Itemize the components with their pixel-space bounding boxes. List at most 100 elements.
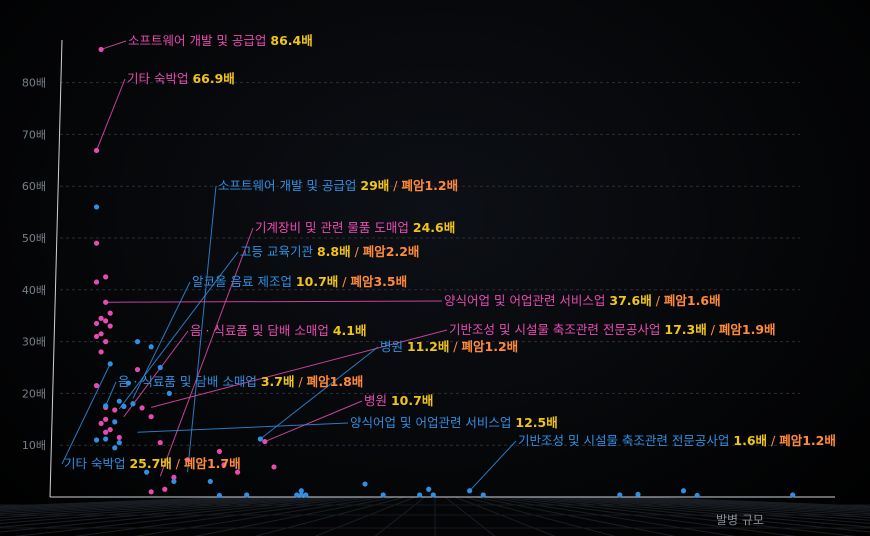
data-point xyxy=(207,478,213,485)
annotation-separator: / xyxy=(449,339,461,354)
annotation-name: 양식어업 및 어업관련 서비스업 xyxy=(444,293,609,308)
annotation-separator: / xyxy=(389,178,401,193)
data-point xyxy=(98,46,104,53)
data-point xyxy=(303,492,309,498)
annotation-name: 기계장비 및 관련 물품 도매업 xyxy=(255,220,413,235)
data-point xyxy=(362,481,368,487)
annotation-label: 음 · 식료품 및 담배 소매업 4.1배 xyxy=(190,323,366,338)
data-point xyxy=(93,240,100,246)
annotation-labels: 소프트웨어 개발 및 공급업 86.4배기타 숙박업 66.9배소프트웨어 개발… xyxy=(64,33,836,471)
perspective-line xyxy=(374,496,426,536)
annotation-extra: 폐암1.2배 xyxy=(779,433,836,448)
annotation-name: 양식어업 및 어업관련 서비스업 xyxy=(350,415,515,430)
y-tick-label: 50배 xyxy=(22,232,46,245)
annotation-value: 86.4배 xyxy=(270,33,312,48)
perspective-line xyxy=(444,496,496,536)
y-tick-label: 80배 xyxy=(22,77,46,90)
data-point xyxy=(103,436,109,442)
data-point xyxy=(244,492,250,498)
data-point xyxy=(426,486,432,492)
annotation-value: 24.6배 xyxy=(413,220,455,235)
data-point xyxy=(107,323,113,329)
annotation-label: 양식어업 및 어업관련 서비스업 37.6배 / 폐암1.6배 xyxy=(444,293,721,308)
data-point xyxy=(271,464,277,470)
annotation-name: 알코올 음료 제조업 xyxy=(192,274,296,289)
annotation-label: 기타 숙박업 25.7배 / 폐암1.7배 xyxy=(64,456,241,471)
y-tick-label: 60배 xyxy=(22,180,46,193)
data-point xyxy=(148,344,154,350)
y-tick-label: 10배 xyxy=(22,439,46,452)
data-point xyxy=(103,318,109,324)
annotation-value: 66.9배 xyxy=(192,71,234,86)
data-point xyxy=(162,486,168,492)
annotation-separator: / xyxy=(767,433,779,448)
leader-line xyxy=(469,440,517,492)
gridlines xyxy=(60,82,800,446)
annotation-label: 기계장비 및 관련 물품 도매업 24.6배 xyxy=(255,220,455,235)
data-point xyxy=(380,492,386,498)
annotation-value: 12.5배 xyxy=(515,415,557,430)
y-axis-line xyxy=(49,39,63,498)
annotation-separator: / xyxy=(351,244,363,259)
leader-line xyxy=(264,400,363,443)
annotation-name: 음 · 식료품 및 담배 소매업 xyxy=(118,374,261,389)
data-point xyxy=(480,492,486,498)
annotation-separator: / xyxy=(338,274,350,289)
data-point xyxy=(98,315,104,321)
annotation-label: 병원 10.7배 xyxy=(364,393,433,408)
annotation-label: 양식어업 및 어업관련 서비스업 12.5배 xyxy=(350,415,558,430)
data-point xyxy=(790,492,796,498)
y-tick-labels: 10배 20배 30배 40배 50배 60배 70배 80배 xyxy=(22,77,46,453)
data-point xyxy=(298,492,304,498)
data-point xyxy=(103,429,109,435)
data-point xyxy=(216,448,222,455)
leader-line xyxy=(159,227,254,477)
data-point xyxy=(112,419,118,425)
data-point xyxy=(116,398,122,404)
data-point xyxy=(93,147,100,154)
x-axis-title: 발병 규모 xyxy=(716,513,764,527)
annotation-value: 8.8배 xyxy=(317,244,351,259)
annotation-extra: 폐암3.5배 xyxy=(350,274,407,289)
data-point xyxy=(98,349,104,355)
leader-line xyxy=(105,300,443,303)
annotation-value: 1.6배 xyxy=(733,433,767,448)
data-point xyxy=(107,310,113,316)
y-tick-label: 30배 xyxy=(22,336,46,349)
annotation-extra: 폐암2.2배 xyxy=(363,244,420,259)
data-point xyxy=(139,405,145,411)
annotation-label: 기타 숙박업 66.9배 xyxy=(127,71,235,86)
annotation-value: 10.7배 xyxy=(391,393,433,408)
leader-line xyxy=(105,381,117,407)
annotation-label: 소프트웨어 개발 및 공급업 86.4배 xyxy=(128,33,313,48)
annotation-value: 4.1배 xyxy=(333,323,367,338)
data-point xyxy=(294,492,300,498)
annotation-extra: 폐암1.2배 xyxy=(462,339,519,354)
annotation-value: 25.7배 xyxy=(129,456,171,471)
data-point xyxy=(121,403,127,409)
data-point xyxy=(112,445,118,451)
annotation-label: 기반조성 및 시설물 축조관련 전문공사업 17.3배 / 폐암1.9배 xyxy=(449,322,776,337)
data-point xyxy=(417,492,423,498)
data-point xyxy=(134,366,141,373)
data-point xyxy=(103,339,109,345)
annotation-value: 3.7배 xyxy=(261,374,295,389)
annotation-name: 기반조성 및 시설물 축조관련 전문공사업 xyxy=(518,433,733,448)
annotation-separator: / xyxy=(652,293,664,308)
data-point xyxy=(93,320,100,327)
annotation-label: 병원 11.2배 / 폐암1.2배 xyxy=(380,339,518,354)
data-point xyxy=(103,416,109,422)
annotation-name: 고등 교육기관 xyxy=(240,244,317,259)
y-tick-label: 70배 xyxy=(22,128,46,141)
data-point xyxy=(93,204,100,210)
y-tick-label: 40배 xyxy=(22,284,46,297)
data-point xyxy=(107,361,113,367)
annotation-extra: 폐암1.8배 xyxy=(307,374,364,389)
data-point xyxy=(216,492,222,499)
leader-line xyxy=(137,422,349,433)
annotation-value: 37.6배 xyxy=(609,293,651,308)
data-point xyxy=(148,414,154,420)
data-point xyxy=(103,299,109,305)
data-point xyxy=(116,434,122,441)
data-point xyxy=(112,407,118,413)
